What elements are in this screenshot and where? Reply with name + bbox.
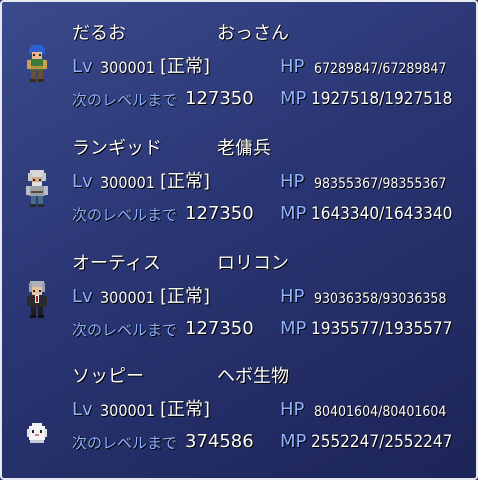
level-label: Lv [72, 399, 93, 420]
hp-value: 93036358/93036358 [314, 291, 447, 307]
next-level-label: 次のレベルまで [72, 321, 178, 339]
next-level-exp: 127350 [185, 88, 254, 109]
party-member-soppy[interactable]: ソッピー ヘボ生物 Lv 300001 [正常] HP 80401604/804… [2, 365, 476, 475]
member-class: ヘボ生物 [217, 366, 289, 387]
next-level-exp: 127350 [185, 203, 254, 224]
member-class: 老傭兵 [217, 138, 271, 159]
mp-label: MP [280, 318, 307, 339]
hp-value: 80401604/80401604 [314, 404, 447, 420]
gray-haired-man-icon [27, 281, 47, 318]
member-class: ロリコン [217, 253, 289, 274]
level-value: 300001 [100, 173, 155, 192]
party-member-rangid[interactable]: ランギッド 老傭兵 Lv 300001 [正常] HP 98355367/983… [2, 137, 476, 247]
white-creature-icon [27, 423, 47, 443]
mp-value: 1935577/1935577 [311, 319, 453, 339]
old-mercenary-icon [26, 170, 48, 207]
hp-label: HP [280, 286, 305, 307]
level-value: 300001 [100, 58, 155, 77]
mp-value: 1927518/1927518 [311, 89, 453, 109]
mp-value: 2552247/2552247 [311, 432, 453, 452]
party-member-otis[interactable]: オーティス ロリコン Lv 300001 [正常] HP 93036358/93… [2, 252, 476, 362]
next-level-label: 次のレベルまで [72, 91, 178, 109]
next-level-label: 次のレベルまで [72, 206, 178, 224]
party-member-daruo[interactable]: だるお おっさん Lv 300001 [正常] HP 67289847/6728… [2, 22, 476, 132]
hp-label: HP [280, 56, 305, 77]
status-value: [正常] [160, 286, 211, 307]
status-value: [正常] [160, 171, 211, 192]
level-value: 300001 [100, 401, 155, 420]
mp-label: MP [280, 203, 307, 224]
next-level-label: 次のレベルまで [72, 434, 178, 452]
hp-label: HP [280, 399, 305, 420]
level-label: Lv [72, 56, 93, 77]
member-name: ソッピー [72, 366, 144, 387]
level-label: Lv [72, 286, 93, 307]
member-class: おっさん [217, 23, 289, 44]
hp-value: 67289847/67289847 [314, 61, 447, 77]
status-value: [正常] [160, 399, 211, 420]
party-status-window: だるお おっさん Lv 300001 [正常] HP 67289847/6728… [0, 0, 478, 480]
hp-value: 98355367/98355367 [314, 176, 447, 192]
level-label: Lv [72, 171, 93, 192]
mp-value: 1643340/1643340 [311, 204, 453, 224]
member-name: だるお [72, 23, 126, 44]
level-value: 300001 [100, 288, 155, 307]
blue-haired-warrior-icon [27, 45, 47, 82]
member-name: ランギッド [72, 138, 162, 159]
status-value: [正常] [160, 56, 211, 77]
mp-label: MP [280, 88, 307, 109]
mp-label: MP [280, 431, 307, 452]
hp-label: HP [280, 171, 305, 192]
member-name: オーティス [72, 253, 161, 274]
next-level-exp: 374586 [185, 431, 254, 452]
next-level-exp: 127350 [185, 318, 254, 339]
